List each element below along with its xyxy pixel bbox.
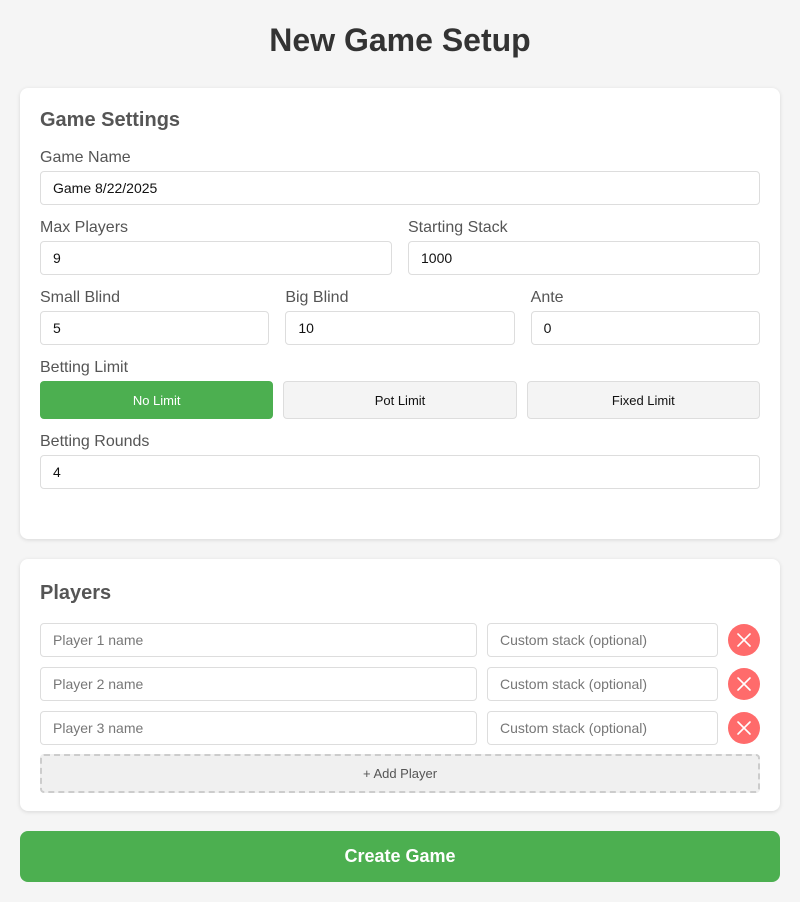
ante-label: Ante <box>530 289 564 306</box>
remove-player-button[interactable] <box>728 624 760 656</box>
player-stack-input[interactable] <box>487 711 718 745</box>
no-limit-button[interactable]: No Limit <box>40 381 274 419</box>
game-name-input[interactable] <box>40 171 760 205</box>
betting-limit-label: Betting Limit <box>40 359 129 376</box>
big-blind-field: Big Blind <box>285 288 515 345</box>
players-title: Players <box>40 582 112 604</box>
big-blind-label: Big Blind <box>285 289 349 306</box>
page-title: New Game Setup <box>269 22 531 58</box>
pot-limit-button[interactable]: Pot Limit <box>283 381 517 419</box>
fixed-limit-button[interactable]: Fixed Limit <box>526 381 760 419</box>
betting-rounds-label: Betting Rounds <box>40 433 150 450</box>
starting-stack-input[interactable] <box>408 241 760 275</box>
player-stack-input[interactable] <box>487 623 718 657</box>
player-row <box>40 623 760 657</box>
betting-limit-field: Betting Limit No Limit Pot Limit Fixed L… <box>40 358 760 419</box>
remove-player-button[interactable] <box>728 668 760 700</box>
player-name-input[interactable] <box>40 667 477 701</box>
betting-limit-options: No Limit Pot Limit Fixed Limit <box>40 381 760 419</box>
player-name-input[interactable] <box>40 623 477 657</box>
player-row <box>40 667 760 701</box>
betting-rounds-input[interactable] <box>40 455 760 489</box>
max-players-field: Max Players <box>40 218 392 275</box>
add-player-button[interactable]: + Add Player <box>40 754 760 793</box>
player-name-input[interactable] <box>40 711 477 745</box>
ante-input[interactable] <box>530 311 760 345</box>
close-icon <box>737 721 751 735</box>
game-name-field: Game Name <box>40 148 760 205</box>
starting-stack-field: Starting Stack <box>408 218 760 275</box>
betting-rounds-field: Betting Rounds <box>40 432 760 489</box>
player-row <box>40 711 760 745</box>
small-blind-label: Small Blind <box>40 289 121 306</box>
close-icon <box>737 677 751 691</box>
ante-field: Ante <box>530 288 760 345</box>
max-players-input[interactable] <box>40 241 392 275</box>
max-players-label: Max Players <box>40 219 129 236</box>
game-settings-card: Game Settings Game Name Max Players Star… <box>20 88 780 539</box>
create-game-button[interactable]: Create Game <box>20 831 780 882</box>
game-name-label: Game Name <box>40 149 131 166</box>
starting-stack-label: Starting Stack <box>408 219 508 236</box>
big-blind-input[interactable] <box>285 311 515 345</box>
close-icon <box>737 633 751 647</box>
game-settings-title: Game Settings <box>40 109 181 131</box>
small-blind-input[interactable] <box>40 311 270 345</box>
remove-player-button[interactable] <box>728 712 760 744</box>
small-blind-field: Small Blind <box>40 288 270 345</box>
players-card: Players + Add Player <box>20 559 780 811</box>
player-stack-input[interactable] <box>487 667 718 701</box>
